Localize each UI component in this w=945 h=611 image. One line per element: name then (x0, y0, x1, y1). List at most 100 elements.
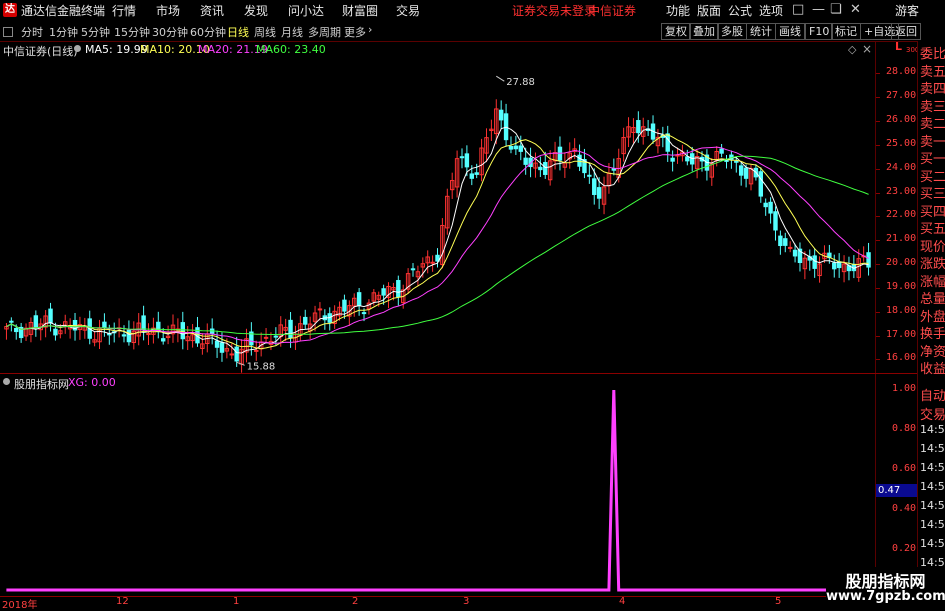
menu-item-quotes[interactable]: 行情 (112, 2, 136, 19)
period-tab-30min[interactable]: 30分钟 (152, 24, 188, 40)
candle-body (459, 156, 465, 159)
quote-field-label: 外盘 (920, 309, 945, 325)
candle-body (758, 171, 764, 197)
indicator-y-axis: 1.00 0.80 0.60 0.40 0.20 0.47 (875, 374, 918, 596)
y-tick-label: 16.00 (886, 352, 917, 364)
chart-title: 中信证券(日线) (3, 45, 78, 58)
menu-item-trade[interactable]: 交易 (396, 2, 420, 19)
candle-body (53, 328, 58, 336)
quote-field-label: 涨幅 (920, 274, 945, 290)
tool-adjust-button[interactable]: 复权 (661, 23, 691, 40)
candle-body (9, 320, 14, 323)
ma5-label: MA5: 19.99 (85, 43, 148, 56)
period-tab-15min[interactable]: 15分钟 (114, 24, 150, 40)
candle-body (214, 340, 220, 348)
quote-field-label: 买三 (920, 187, 945, 202)
tool-overlay-button[interactable]: 叠加 (689, 23, 719, 40)
menu-item-layout[interactable]: 版面 (697, 2, 721, 19)
y-tick-label: 25.00 (886, 137, 917, 149)
y-tick-label: 27.00 (886, 90, 917, 102)
tool-multistock-button[interactable]: 多股 (717, 23, 747, 40)
ma60-label: MA60: 23.40 (256, 43, 326, 56)
menu-item-news[interactable]: 资讯 (200, 2, 224, 19)
close-panel-icon[interactable]: × (862, 42, 872, 56)
period-tab-60min[interactable]: 60分钟 (190, 24, 226, 40)
period-tab-5min[interactable]: 5分钟 (81, 24, 110, 40)
candle-body (469, 173, 475, 179)
quote-field-label: 买五 (920, 222, 945, 237)
menu-item-wealth[interactable]: 财富圈 (342, 2, 378, 19)
menu-item-formula[interactable]: 公式 (728, 2, 752, 19)
candle-body (317, 308, 323, 311)
xg-label: XG: 0.00 (68, 376, 116, 389)
period-tab-weekly[interactable]: 周线 (254, 24, 276, 40)
candle-body (543, 162, 548, 175)
minimize-icon[interactable]: — (812, 2, 825, 17)
menu-item-function[interactable]: 功能 (666, 2, 690, 19)
menu-item-options[interactable]: 选项 (759, 2, 783, 19)
time-axis: 2018年 12 1 2 3 4 5 (0, 596, 917, 611)
quote-field-label: 涨跌 (920, 257, 945, 272)
quote-field-label: 现价 (920, 239, 945, 255)
y-tick-label: 20.00 (886, 257, 917, 269)
main-kline-chart[interactable]: 27.88 15.88 中信证券(日线) MA5: 19.99 MA10: 20.… (0, 41, 875, 373)
indicator-chart[interactable]: 股朋指标网 XG: 0.00 (0, 374, 875, 596)
menu-item-market[interactable]: 市场 (156, 2, 180, 19)
diamond-icon[interactable]: ◇ (848, 43, 856, 56)
period-tab-monthly[interactable]: 月线 (281, 24, 303, 40)
time-label-mar: 3 (463, 596, 470, 607)
quote-side-panel[interactable]: 委比 卖五 卖四 卖三 卖二 卖一 买一 买二 买三 买四 买五 现价 涨跌 涨幅 总量 外盘 换手 净资 收益 自动… (917, 41, 945, 609)
quote-field-label: 买四 (920, 204, 945, 220)
period-tab-more[interactable]: 更多 (344, 24, 366, 40)
tool-back-button[interactable]: 返回 (891, 23, 921, 40)
tool-mark-button[interactable]: 标记 (831, 23, 861, 40)
high-marker-line (496, 75, 505, 82)
y-tick-mark (876, 168, 880, 170)
candle-body (121, 334, 127, 337)
candle-body (523, 157, 528, 165)
period-tab-intraday[interactable]: 分时 (21, 24, 43, 40)
trade-label: 交易 (920, 408, 945, 423)
settings-dot-icon[interactable] (74, 45, 81, 52)
y-tick-mark (876, 97, 880, 99)
time-label-feb: 2 (352, 596, 359, 607)
settings-dot-icon[interactable] (3, 378, 10, 385)
auto-trade-toggle[interactable]: 自动 (920, 385, 945, 404)
chevron-down-icon[interactable]: › (368, 23, 372, 36)
shirt-icon[interactable]: □ (792, 2, 804, 17)
period-tab-multi[interactable]: 多周期 (308, 24, 341, 40)
watermark-logo: 股朋指标网 www.7gpzb.com (826, 567, 945, 609)
quote-field-label: 净资 (920, 344, 945, 360)
time-label-may: 5 (775, 596, 782, 607)
y-tick-mark (876, 264, 880, 266)
menu-item-ask[interactable]: 问小达 (288, 2, 324, 19)
close-icon[interactable]: ✕ (850, 2, 861, 17)
candle-body (670, 157, 675, 162)
time-label-apr: 4 (619, 596, 626, 607)
candle-body (783, 238, 788, 246)
period-tab-daily[interactable]: 日线 (227, 24, 249, 40)
panel-toggle-icon[interactable] (3, 27, 13, 37)
candle-body (234, 346, 239, 362)
period-tab-1min[interactable]: 1分钟 (49, 24, 78, 40)
y-tick-label: 22.00 (886, 209, 917, 221)
tool-draw-button[interactable]: 画线 (775, 23, 805, 40)
tick-time: 14:56 (920, 518, 945, 531)
tool-stats-button[interactable]: 统计 (746, 23, 776, 40)
candle-body (356, 292, 362, 307)
y-tick-label: 26.00 (886, 114, 917, 125)
y-tick-mark (876, 311, 880, 313)
y-tick-label: 24.00 (886, 161, 917, 173)
candle-body (832, 262, 837, 270)
candle-body (254, 349, 259, 352)
candle-body (263, 336, 269, 339)
app-title: 通达信金融终端 (21, 4, 106, 18)
restore-icon[interactable]: ❏ (830, 2, 842, 17)
user-label[interactable]: 游客 (895, 2, 919, 19)
tool-f10-button[interactable]: F10 (805, 23, 834, 40)
candle-body (102, 321, 107, 328)
tick-time: 14:56 (920, 442, 945, 455)
candle-body (773, 211, 778, 231)
menu-item-discover[interactable]: 发现 (244, 2, 268, 19)
indicator-title: 股朋指标网 (14, 378, 69, 391)
